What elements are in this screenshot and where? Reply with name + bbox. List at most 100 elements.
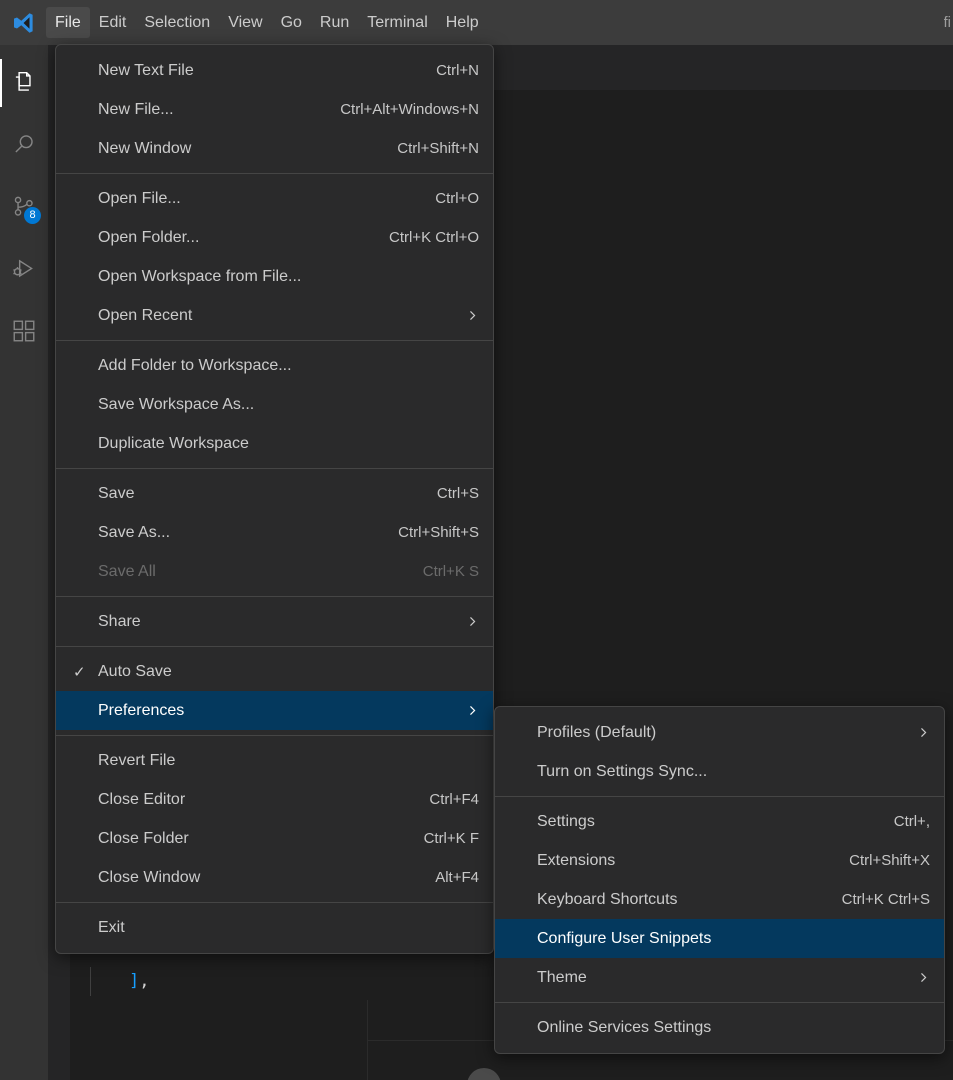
menu-item-close-window[interactable]: Close Window Alt+F4	[56, 858, 493, 897]
menu-item-label: Close Folder	[98, 829, 189, 847]
menu-item-label: New Window	[98, 139, 192, 157]
menu-item-label: Turn on Settings Sync...	[537, 762, 708, 780]
vscode-logo-icon	[0, 0, 46, 45]
menu-item-theme[interactable]: Theme	[495, 958, 944, 997]
menu-item-label: Open Folder...	[98, 228, 200, 246]
menu-item-label: Exit	[98, 918, 125, 936]
menu-item-label: Open Recent	[98, 306, 193, 324]
extensions-icon	[13, 320, 35, 342]
menu-item-share[interactable]: Share	[56, 602, 493, 641]
menu-separator	[56, 596, 493, 597]
run-and-debug-icon	[13, 259, 33, 278]
menu-item-new-window[interactable]: New Window Ctrl+Shift+N	[56, 129, 493, 168]
menu-separator	[495, 1002, 944, 1003]
menu-item-accelerator: Ctrl+,	[893, 813, 930, 830]
check-icon: ✓	[73, 663, 86, 681]
menu-item-accelerator: Ctrl+Shift+N	[397, 140, 479, 157]
sidebar-item-run-and-debug[interactable]	[0, 245, 48, 293]
source-control-badge: 8	[24, 207, 41, 224]
menu-item-new-text-file[interactable]: New Text File Ctrl+N	[56, 51, 493, 90]
menubar-item-go[interactable]: Go	[272, 7, 311, 38]
menu-item-settings[interactable]: Settings Ctrl+,	[495, 802, 944, 841]
menu-item-label: Save	[98, 484, 135, 502]
menubar-item-selection[interactable]: Selection	[135, 7, 219, 38]
menu-item-add-folder-to-workspace[interactable]: Add Folder to Workspace...	[56, 346, 493, 385]
chevron-right-icon	[466, 704, 479, 717]
menu-item-label: Extensions	[537, 851, 616, 869]
menu-item-turn-on-settings-sync[interactable]: Turn on Settings Sync...	[495, 752, 944, 791]
menu-item-close-folder[interactable]: Close Folder Ctrl+K F	[56, 819, 493, 858]
menu-item-label: New Text File	[98, 61, 194, 79]
file-menu: New Text File Ctrl+N New File... Ctrl+Al…	[55, 44, 494, 954]
menu-item-profiles[interactable]: Profiles (Default)	[495, 713, 944, 752]
menu-item-accelerator: Ctrl+Alt+Windows+N	[340, 101, 479, 118]
menu-item-label: Save All	[98, 562, 156, 580]
menubar-item-file[interactable]: File	[46, 7, 90, 38]
menubar-item-terminal[interactable]: Terminal	[358, 7, 436, 38]
files-icon	[15, 72, 31, 91]
menu-item-exit[interactable]: Exit	[56, 908, 493, 947]
menu-separator	[56, 340, 493, 341]
menu-item-save-workspace-as[interactable]: Save Workspace As...	[56, 385, 493, 424]
menu-item-label: Profiles (Default)	[537, 723, 657, 741]
menu-item-duplicate-workspace[interactable]: Duplicate Workspace	[56, 424, 493, 463]
menu-item-label: Preferences	[98, 701, 185, 719]
menu-item-accelerator: Ctrl+S	[436, 485, 479, 502]
menu-item-label: Open Workspace from File...	[98, 267, 302, 285]
menu-item-accelerator: Ctrl+N	[436, 62, 479, 79]
menu-item-label: Close Window	[98, 868, 201, 886]
menu-item-accelerator: Ctrl+K S	[422, 563, 479, 580]
menu-item-extensions[interactable]: Extensions Ctrl+Shift+X	[495, 841, 944, 880]
menu-item-save-as[interactable]: Save As... Ctrl+Shift+S	[56, 513, 493, 552]
menu-item-label: New File...	[98, 100, 174, 118]
menubar-item-view[interactable]: View	[219, 7, 271, 38]
menu-item-label: Open File...	[98, 189, 181, 207]
menu-item-keyboard-shortcuts[interactable]: Keyboard Shortcuts Ctrl+K Ctrl+S	[495, 880, 944, 919]
menu-item-online-services-settings[interactable]: Online Services Settings	[495, 1008, 944, 1047]
menu-item-label: Configure User Snippets	[537, 929, 712, 947]
menu-separator	[56, 735, 493, 736]
menu-item-label: Theme	[537, 968, 587, 986]
menu-item-configure-user-snippets[interactable]: Configure User Snippets	[495, 919, 944, 958]
menu-item-label: Auto Save	[98, 662, 172, 680]
menu-item-label: Revert File	[98, 751, 176, 769]
menu-item-preferences[interactable]: Preferences	[56, 691, 493, 730]
menu-item-accelerator: Ctrl+O	[435, 190, 479, 207]
sidebar-item-source-control[interactable]: 8	[0, 183, 48, 231]
menu-item-label: Duplicate Workspace	[98, 434, 249, 452]
menu-separator	[56, 902, 493, 903]
menu-item-label: Share	[98, 612, 141, 630]
sidebar-item-search[interactable]	[0, 121, 48, 169]
menu-item-accelerator: Ctrl+F4	[429, 791, 479, 808]
preferences-submenu: Profiles (Default) Turn on Settings Sync…	[494, 706, 945, 1054]
menubar-item-run[interactable]: Run	[311, 7, 358, 38]
menu-item-save-all: Save All Ctrl+K S	[56, 552, 493, 591]
menu-separator	[495, 796, 944, 797]
menu-item-label: Save As...	[98, 523, 171, 541]
menu-item-accelerator: Ctrl+Shift+X	[849, 852, 930, 869]
menu-item-revert-file[interactable]: Revert File	[56, 741, 493, 780]
menu-item-auto-save[interactable]: ✓ Auto Save	[56, 652, 493, 691]
avatar[interactable]	[467, 1068, 501, 1080]
menu-item-open-recent[interactable]: Open Recent	[56, 296, 493, 335]
vscode-logo-glyph	[14, 12, 33, 33]
menubar-item-help[interactable]: Help	[437, 7, 488, 38]
activity-bar: 8	[0, 45, 48, 1080]
menu-bar: File Edit Selection View Go Run Terminal…	[46, 0, 488, 45]
menu-item-accelerator: Ctrl+Shift+S	[398, 524, 479, 541]
chevron-right-icon	[917, 971, 930, 984]
menu-item-open-workspace-from-file[interactable]: Open Workspace from File...	[56, 257, 493, 296]
menu-item-close-editor[interactable]: Close Editor Ctrl+F4	[56, 780, 493, 819]
menu-item-open-folder[interactable]: Open Folder... Ctrl+K Ctrl+O	[56, 218, 493, 257]
title-bar: File Edit Selection View Go Run Terminal…	[0, 0, 953, 45]
menu-item-open-file[interactable]: Open File... Ctrl+O	[56, 179, 493, 218]
menu-item-new-file[interactable]: New File... Ctrl+Alt+Windows+N	[56, 90, 493, 129]
sidebar-item-explorer[interactable]	[0, 59, 48, 107]
menu-item-label: Close Editor	[98, 790, 186, 808]
menu-item-accelerator: Ctrl+K Ctrl+S	[841, 891, 930, 908]
sidebar-item-extensions[interactable]	[0, 307, 48, 355]
menubar-item-edit[interactable]: Edit	[90, 7, 136, 38]
menu-item-save[interactable]: Save Ctrl+S	[56, 474, 493, 513]
menu-item-label: Save Workspace As...	[98, 395, 255, 413]
menu-item-label: Add Folder to Workspace...	[98, 356, 292, 374]
